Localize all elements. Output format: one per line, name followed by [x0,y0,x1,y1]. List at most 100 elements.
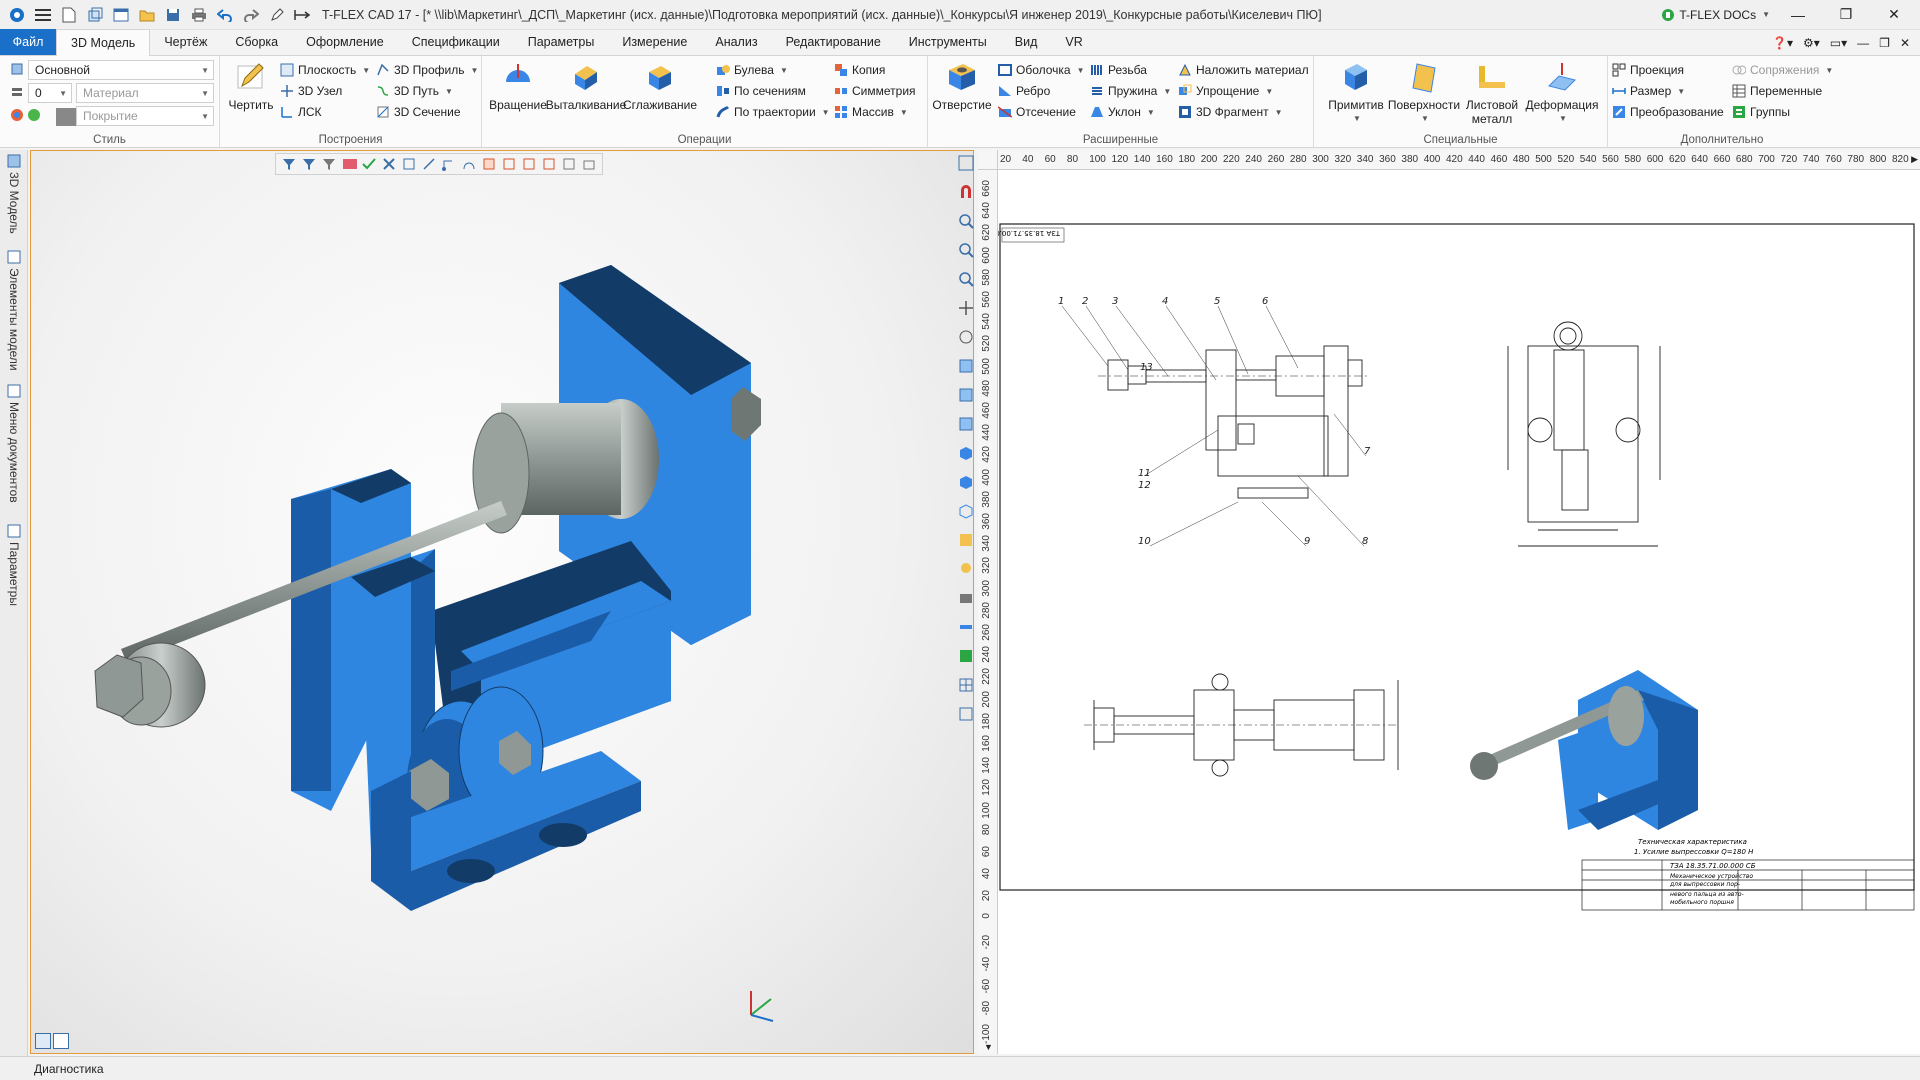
print-icon[interactable] [188,4,210,26]
open-3d-icon[interactable] [84,4,106,26]
smooth-button[interactable]: Сглаживание [622,60,698,112]
transform-button[interactable]: Преобразование [1612,102,1724,122]
minimize-button[interactable]: — [1778,1,1818,29]
boolean-button[interactable]: Булева ▼ [716,60,788,80]
3d-profile-button[interactable]: 3D Профиль ▼ [376,60,478,80]
sheet-metal-button[interactable]: Листовой металл [1460,60,1524,126]
extrude-button[interactable]: Выталкивание [546,60,626,112]
view-front-icon[interactable] [958,358,974,374]
slope-button[interactable]: Уклон ▼ [1090,102,1155,122]
groups-button[interactable]: Группы [1732,102,1790,122]
pan-icon[interactable] [958,300,974,316]
level-select[interactable]: 0 ▼ [28,83,72,103]
sections-button[interactable]: По сечениям [716,81,806,101]
3d-node-button[interactable]: 3D Узел [280,81,342,101]
sidetab-model-elements[interactable]: Элементы модели [4,250,24,371]
ruler-scroll-right-icon[interactable]: ▶ [1911,154,1918,165]
tab-assembly[interactable]: Сборка [221,29,292,55]
apply-material-button[interactable]: Наложить материал [1178,60,1309,80]
symmetry-button[interactable]: Симметрия [834,81,916,101]
tab-tools[interactable]: Инструменты [895,29,1001,55]
save-icon[interactable] [162,4,184,26]
mates-button[interactable]: Сопряжения ▼ [1732,60,1833,80]
render-wire-icon[interactable] [958,503,974,519]
cut-button[interactable]: Отсечение [998,102,1076,122]
cover-color-swatch[interactable] [56,108,76,126]
plane-button[interactable]: Плоскость ▼ [280,60,370,80]
tab-measure[interactable]: Измерение [608,29,701,55]
3d-viewport[interactable] [30,150,974,1054]
3d-section-button[interactable]: 3D Сечение [376,102,461,122]
size-button[interactable]: Размер ▼ [1612,81,1685,101]
drawing-sheet[interactable]: ТЗА 18.35.71.00.000 СБ [974,170,1920,1054]
open-folder-icon[interactable] [136,4,158,26]
diagnostics-label[interactable]: Диагностика [34,1062,104,1076]
view-frame-icon[interactable] [958,155,974,171]
sidetab-documents-menu[interactable]: Меню документов [4,384,24,503]
variables-button[interactable]: Переменные [1732,81,1822,101]
redo-icon[interactable] [240,4,262,26]
undo-icon[interactable] [214,4,236,26]
3d-fragment-button[interactable]: 3D Фрагмент ▼ [1178,102,1283,122]
tab-parameters[interactable]: Параметры [514,29,609,55]
rotate-view-icon[interactable] [958,329,974,345]
tflex-docs-button[interactable]: T-FLEX DOCs ▼ [1661,8,1770,22]
shell-button[interactable]: Оболочка ▼ [998,60,1085,80]
tab-view[interactable]: Вид [1001,29,1052,55]
measure-icon[interactable] [292,4,314,26]
rib-button[interactable]: Ребро [998,81,1050,101]
edit-icon[interactable] [266,4,288,26]
projection-button[interactable]: Проекция [1612,60,1684,80]
material-select[interactable]: Материал ▼ [76,83,214,103]
color-palette-icon[interactable] [10,108,46,122]
draw-button[interactable]: Чертить [226,60,276,112]
hamburger-menu-icon[interactable] [32,4,54,26]
simplify-button[interactable]: Упрощение ▼ [1178,81,1273,101]
tab-analysis[interactable]: Анализ [701,29,771,55]
layout-split-icon[interactable] [53,1033,69,1049]
window-icon[interactable] [110,4,132,26]
tab-vr[interactable]: VR [1051,29,1096,55]
view-iso-icon[interactable] [958,445,974,461]
view-mode-icon[interactable]: ▭▾ [1830,36,1847,50]
camera-icon[interactable] [958,590,974,606]
ribbon-minimize-icon[interactable]: — [1857,36,1869,50]
view-top-icon[interactable] [958,387,974,403]
thread-button[interactable]: Резьба [1090,60,1147,80]
zoom-window-icon[interactable] [958,271,974,287]
ruler-scroll-down-icon[interactable]: ▼ [984,1042,993,1052]
zoom-out-icon[interactable] [958,242,974,258]
spring-button[interactable]: Пружина ▼ [1090,81,1171,101]
doc-close-icon[interactable]: ✕ [1900,36,1910,50]
magnet-icon[interactable] [958,184,974,200]
3d-path-button[interactable]: 3D Путь ▼ [376,81,453,101]
array-button[interactable]: Массив ▼ [834,102,908,122]
grid-icon[interactable] [958,677,974,693]
file-menu-button[interactable]: Файл [0,29,56,55]
tab-design[interactable]: Оформление [292,29,398,55]
tab-editing[interactable]: Редактирование [772,29,895,55]
cover-select[interactable]: Покрытие ▼ [76,106,214,126]
hole-button[interactable]: Отверстие [932,60,992,112]
zoom-in-icon[interactable] [958,213,974,229]
tab-drawing[interactable]: Чертёж [150,29,221,55]
ribbon-restore-icon[interactable]: ❐ [1879,36,1890,50]
new-document-icon[interactable] [58,4,80,26]
drawing-window[interactable]: 20 40 60 80 100 120 140 160 180 200 220 240 260 280 30… [974,150,1920,1054]
measure-view-icon[interactable] [958,619,974,635]
sidetab-3d-model[interactable]: 3D Модель [4,154,24,234]
restore-button[interactable]: ❐ [1826,1,1866,29]
trajectory-button[interactable]: По траектории ▼ [716,102,830,122]
layout-single-icon[interactable] [35,1033,51,1049]
sidetab-parameters[interactable]: Параметры [4,524,24,606]
tab-specifications[interactable]: Спецификации [398,29,514,55]
view-left-icon[interactable] [958,416,974,432]
rotate-button[interactable]: Вращение [488,60,548,112]
copy-button[interactable]: Копия [834,60,885,80]
tab-3d-model[interactable]: 3D Модель [56,29,151,56]
surfaces-button[interactable]: Поверхности ▼ [1388,60,1460,126]
app-logo-icon[interactable] [6,4,28,26]
primitive-button[interactable]: Примитив ▼ [1326,60,1386,126]
light-icon[interactable] [958,561,974,577]
section-view-icon[interactable] [958,532,974,548]
